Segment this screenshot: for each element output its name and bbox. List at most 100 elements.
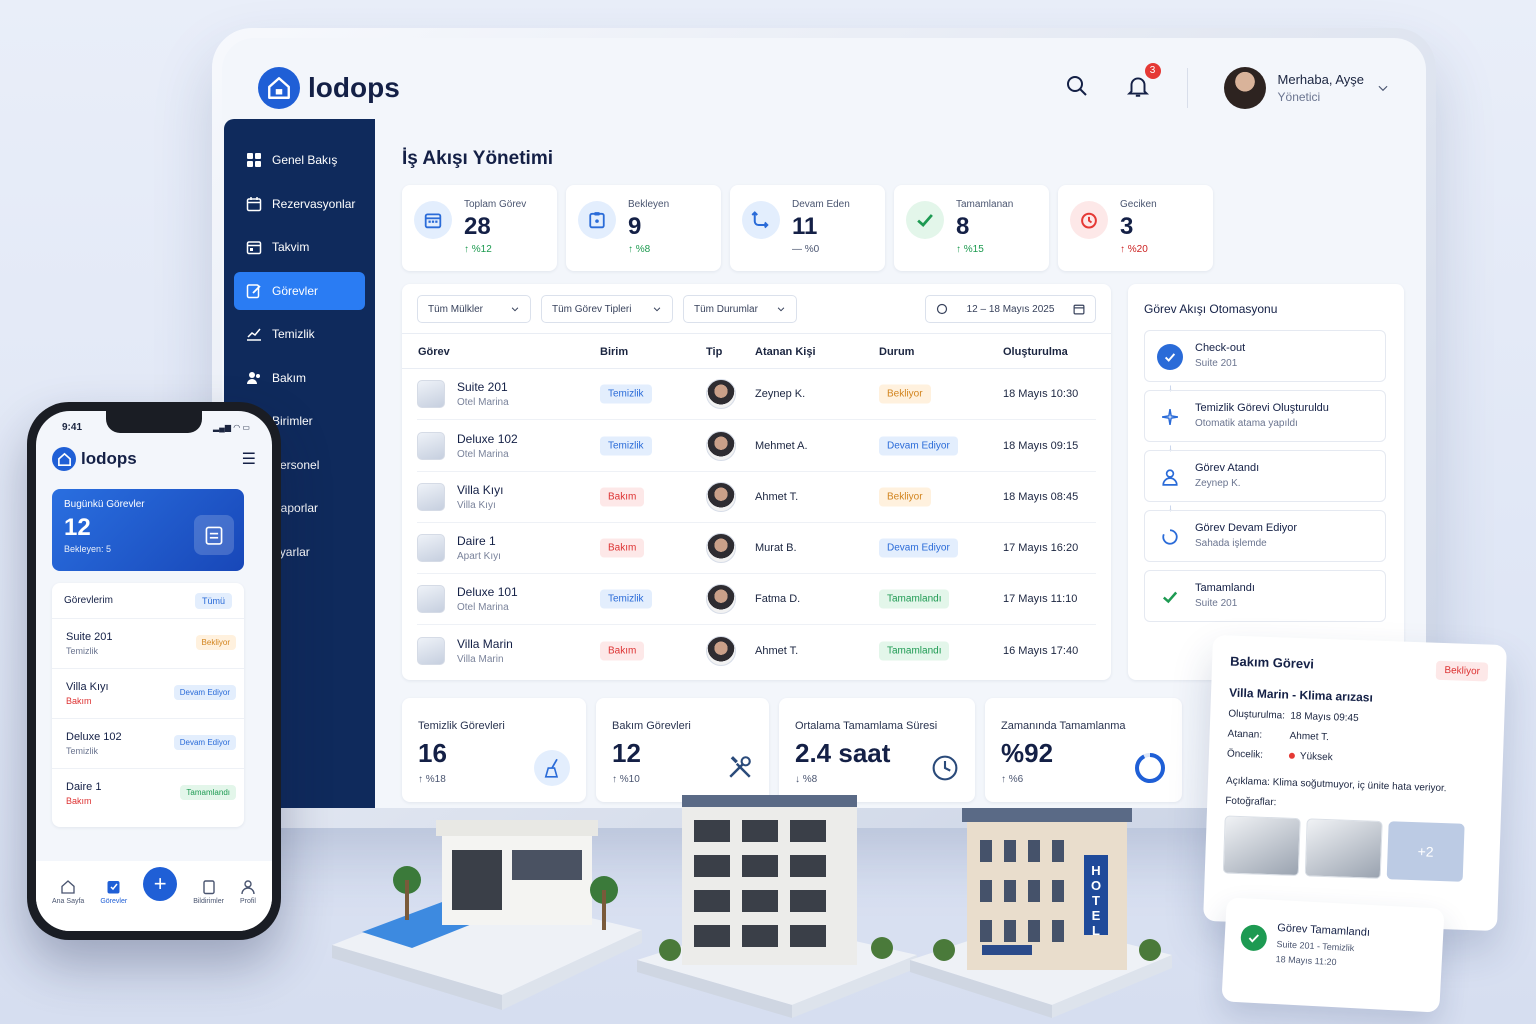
more-photos-button[interactable]: +2 — [1386, 821, 1465, 882]
table-row[interactable]: Deluxe 101 Otel Marina Temizlik Fatma D. … — [417, 574, 1096, 625]
date-range-filter[interactable]: 12 – 18 Mayıs 2025 — [925, 295, 1096, 323]
table-row[interactable]: Deluxe 102 Otel Marina Temizlik Mehmet A.… — [417, 421, 1096, 472]
sidebar-item-reservations[interactable]: Rezervasyonlar — [234, 185, 365, 223]
user-icon — [1157, 464, 1183, 490]
table-header: Görev Birim Tip Atanan Kişi Durum Oluştu… — [402, 333, 1111, 369]
sidebar-item-cleaning[interactable]: Temizlik — [234, 315, 365, 353]
column-header[interactable]: Durum — [879, 346, 914, 358]
photo-thumbnail[interactable] — [1222, 815, 1301, 877]
list-item[interactable]: Daire 1 Bakım Tamamlandı — [52, 769, 244, 819]
view-all-button[interactable]: Tümü — [194, 592, 232, 609]
workflow-step[interactable]: Görev Atandı Zeynep K. — [1144, 450, 1386, 502]
date-range-label: 12 – 18 Mayıs 2025 — [966, 303, 1055, 315]
property-thumbnail — [417, 483, 445, 511]
column-header[interactable]: Tip — [706, 346, 722, 358]
column-header[interactable]: Atanan Kişi — [755, 346, 816, 358]
kpi-completed[interactable]: Tamamlanan 8 ↑ %15 — [894, 185, 1049, 271]
task-location: Otel Marina — [457, 397, 509, 408]
table-row[interactable]: Villa Marin Villa Marin Bakım Ahmet T. Ta… — [417, 625, 1096, 676]
task-type-filter[interactable]: Tüm Görev Tipleri — [541, 295, 673, 323]
type-badge: Temizlik — [600, 589, 652, 609]
automation-title: Görev Akışı Otomasyonu — [1144, 302, 1278, 316]
description-row: Açıklama: Klima soğutmuyor, iç ünite hat… — [1226, 775, 1484, 795]
kpi-total-tasks[interactable]: Toplam Görev 28 ↑ %12 — [402, 185, 557, 271]
priority-value: Yüksek — [1299, 751, 1333, 764]
table-row[interactable]: Villa Kıyı Villa Kıyı Bakım Ahmet T. Bekl… — [417, 472, 1096, 523]
column-header[interactable]: Birim — [600, 346, 628, 358]
task-name: Suite 201 — [457, 380, 508, 394]
workflow-step[interactable]: Check-out Suite 201 — [1144, 330, 1386, 382]
created-row: Oluşturulma: 18 Mayıs 09:45 — [1228, 709, 1486, 729]
status-badge: Devam Ediyor — [879, 538, 958, 558]
kpi-label: Bekleyen — [628, 199, 670, 210]
kpi-row: Toplam Görev 28 ↑ %12 Bekleyen 9 ↑ %8 De… — [402, 185, 1213, 271]
villa-building — [332, 820, 642, 1010]
clipboard-icon — [202, 880, 215, 895]
avatar — [706, 431, 736, 461]
property-filter[interactable]: Tüm Mülkler — [417, 295, 531, 323]
kpi-in-progress[interactable]: Devam Eden 11 — %0 — [730, 185, 885, 271]
calendar-icon — [1073, 304, 1085, 315]
sidebar-item-calendar[interactable]: Takvim — [234, 228, 365, 266]
chevron-down-icon — [1378, 85, 1388, 92]
workflow-step[interactable]: Görev Devam Ediyor Sahada işlemde — [1144, 510, 1386, 562]
type-badge: Bakım — [600, 641, 645, 660]
kpi-delta: ↑ %15 — [956, 244, 984, 255]
task-completed-toast[interactable]: Görev Tamamlandı Suite 201 - Temizlik 18… — [1221, 897, 1445, 1013]
type-badge: Bakım — [600, 487, 645, 507]
list-item[interactable]: Villa Kıyı Bakım Devam Ediyor — [52, 669, 244, 719]
created-time: 17 Mayıs 11:10 — [1003, 593, 1078, 605]
task-location: Villa Marin — [457, 653, 504, 665]
avatar — [706, 379, 736, 409]
today-tasks-card[interactable]: Bugünkü Görevler 12 Bekleyen: 5 — [52, 489, 244, 571]
tab-label: Ana Sayfa — [52, 898, 85, 905]
table-row[interactable]: Daire 1 Apart Kıyı Bakım Murat B. Devam E… — [417, 523, 1096, 574]
logo-text: lodops — [308, 72, 400, 103]
logo[interactable]: lodops — [258, 67, 400, 109]
add-button[interactable]: + — [143, 867, 178, 901]
sidebar-item-label: Bakım — [272, 370, 307, 385]
kpi-pending[interactable]: Bekleyen 9 ↑ %8 — [566, 185, 721, 271]
sidebar-item-maintenance[interactable]: Bakım — [234, 359, 365, 397]
tab-label: Bildirimler — [193, 898, 224, 905]
status-badge: Tamamlandı — [879, 641, 950, 660]
table-row[interactable]: Suite 201 Otel Marina Temizlik Zeynep K. … — [417, 369, 1096, 420]
divider — [1186, 68, 1188, 108]
column-header[interactable]: Görev — [418, 346, 450, 358]
priority-row: Öncelik: Yüksek — [1227, 749, 1485, 769]
task-location: Otel Marina — [457, 449, 509, 460]
task-location: Villa Kıyı — [457, 500, 496, 511]
kpi-label: Toplam Görev — [464, 199, 527, 210]
filter-label: Tüm Durumlar — [694, 303, 758, 315]
list-item[interactable]: Suite 201 Temizlik Bekliyor — [52, 619, 244, 669]
task-location: Apart Kıyı — [457, 551, 501, 562]
kpi-overdue[interactable]: Geciken 3 ↑ %20 — [1058, 185, 1213, 271]
status-filter[interactable]: Tüm Durumlar — [683, 295, 797, 323]
photo-thumbnail[interactable] — [1304, 818, 1383, 879]
maintenance-task-card[interactable]: Bakım Görevi Bekliyor Villa Marin - Klim… — [1203, 634, 1507, 932]
sidebar-item-tasks[interactable]: Görevler — [234, 271, 365, 310]
sidebar-item-label: Rezervasyonlar — [272, 196, 356, 211]
tab-profile[interactable]: Profil — [240, 879, 256, 905]
kpi-label: Tamamlanan — [956, 199, 1014, 210]
workflow-step[interactable]: Temizlik Görevi Oluşturuldu Otomatik ata… — [1144, 390, 1386, 442]
property-thumbnail — [417, 585, 445, 613]
workflow-step[interactable]: Tamamlandı Suite 201 — [1144, 570, 1386, 622]
assignee: Murat B. — [755, 542, 797, 554]
tab-home[interactable]: Ana Sayfa — [52, 879, 84, 905]
user-menu[interactable]: Merhaba, Ayşe Yönetici — [1223, 67, 1390, 109]
list-item[interactable]: Deluxe 102 Temizlik Devam Ediyor — [52, 719, 244, 769]
hamburger-menu-icon[interactable]: ☰ — [242, 449, 256, 469]
notification-bell[interactable]: 3 — [1125, 62, 1161, 104]
chevron-down-icon — [653, 307, 661, 312]
mobile-logo-text: lodops — [81, 449, 137, 468]
search-icon[interactable] — [1065, 74, 1089, 103]
column-header[interactable]: Oluşturulma — [1003, 346, 1068, 358]
toast-time: 18 Mayıs 11:20 — [1275, 954, 1337, 968]
created-time: 16 Mayıs 17:40 — [1003, 644, 1079, 657]
tab-tasks[interactable]: Görevler — [100, 879, 127, 905]
filter-label: Tüm Mülkler — [428, 303, 484, 315]
tab-notifications[interactable]: Bildirimler — [193, 879, 224, 905]
sidebar-item-overview[interactable]: Genel Bakış — [234, 141, 365, 179]
house-logo-icon — [52, 447, 76, 471]
